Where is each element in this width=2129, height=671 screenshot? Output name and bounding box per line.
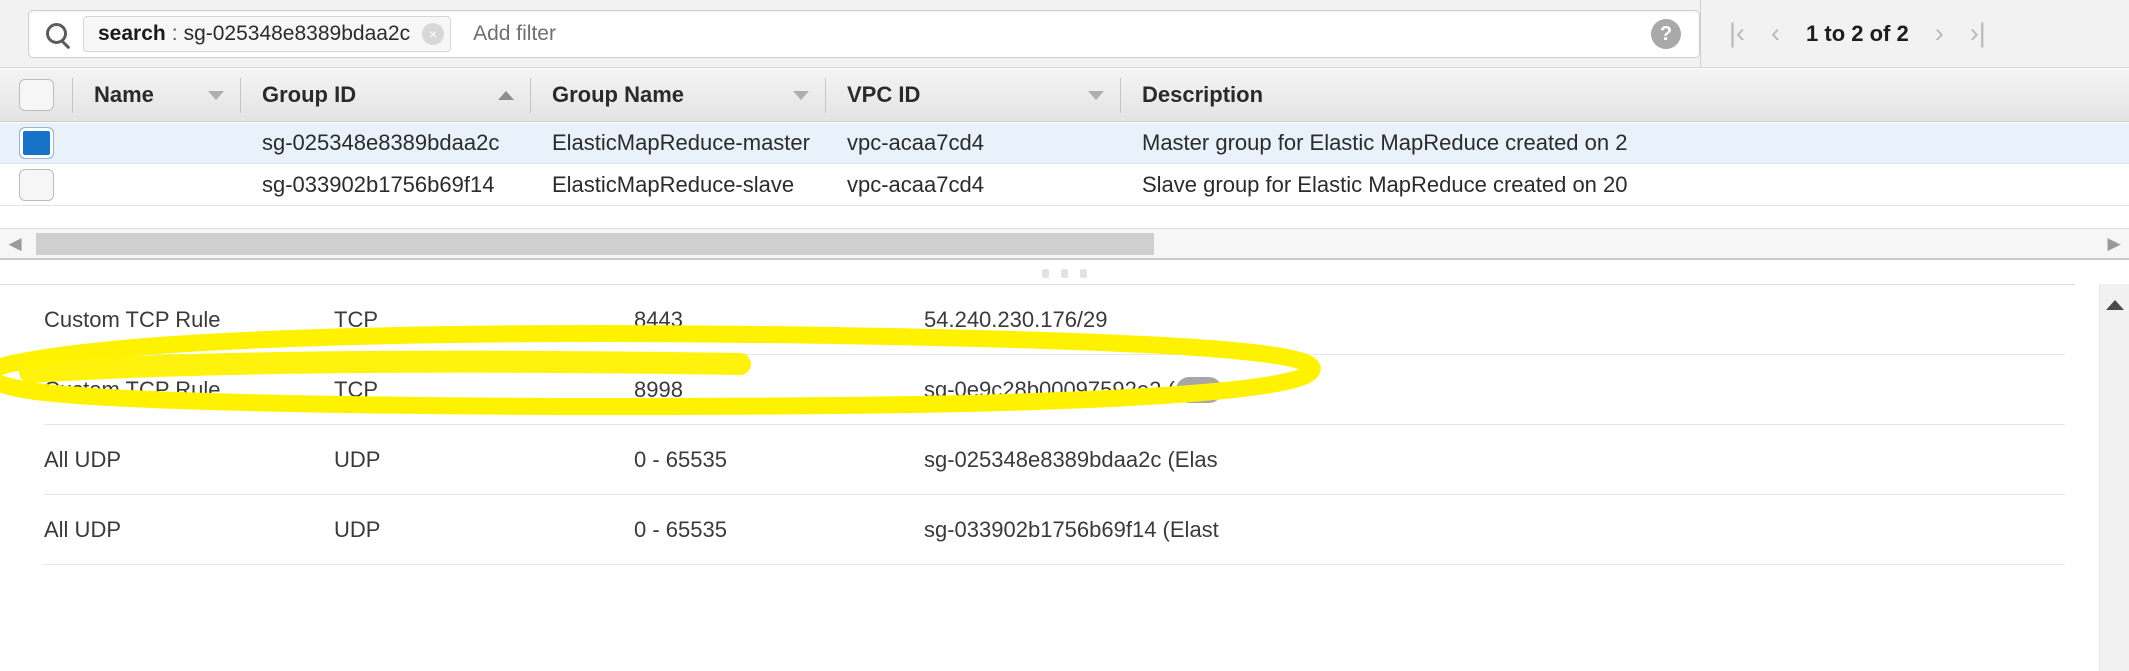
cell-name xyxy=(72,123,240,164)
grip-dot-icon xyxy=(1080,268,1087,278)
sort-caret-down-icon[interactable] xyxy=(208,90,224,100)
vertical-scrollbar[interactable] xyxy=(2099,284,2129,671)
cell-group-id-text: sg-025348e8389bdaa2c xyxy=(262,130,500,155)
grip-dot-icon xyxy=(1042,268,1049,278)
add-filter-input[interactable]: Add filter xyxy=(473,22,556,46)
search-icon xyxy=(29,23,83,44)
rule-type: Custom TCP Rule xyxy=(44,376,221,402)
cell-group-id: sg-033902b1756b69f14 xyxy=(240,165,530,206)
scroll-up-icon[interactable] xyxy=(2105,300,2124,310)
filter-token-value: sg-025348e8389bdaa2c xyxy=(183,21,411,45)
cell-name xyxy=(72,165,240,206)
rule-port-range: 8443 xyxy=(634,306,683,332)
rule-row[interactable]: All UDP UDP 0 - 65535 sg-033902b1756b69f… xyxy=(44,495,2065,565)
cell-vpc-id: vpc-acaa7cd4 xyxy=(825,123,1120,164)
cell-vpc-id: vpc-acaa7cd4 xyxy=(825,165,1120,206)
rule-type: All UDP xyxy=(44,516,122,542)
scroll-right-icon[interactable]: ▶ xyxy=(2099,234,2129,254)
redaction-block xyxy=(1175,376,1222,403)
column-header-vpc-id-label: VPC ID xyxy=(847,82,921,107)
rule-protocol: UDP xyxy=(334,516,381,542)
pagination-label: 1 to 2 of 2 xyxy=(1806,20,1909,46)
rule-port-range: 0 - 65535 xyxy=(634,516,727,542)
rule-source-wrap: sg-0e9c28b00097592e2 ( xyxy=(924,376,1624,403)
cell-group-id-text: sg-033902b1756b69f14 xyxy=(262,172,495,197)
table-row[interactable]: sg-025348e8389bdaa2c ElasticMapReduce-ma… xyxy=(0,123,2129,164)
table-row[interactable]: sg-033902b1756b69f14 ElasticMapReduce-sl… xyxy=(0,165,2129,206)
grip-dot-icon xyxy=(1061,268,1068,278)
help-icon[interactable]: ? xyxy=(1651,18,1681,49)
select-all-checkbox[interactable] xyxy=(18,79,54,111)
rule-port-range: 0 - 65535 xyxy=(634,446,727,472)
filter-token-separator: : xyxy=(171,21,178,45)
sort-caret-down-icon[interactable] xyxy=(1088,90,1104,100)
rule-protocol: TCP xyxy=(334,376,378,402)
prev-page-icon[interactable]: ‹ xyxy=(1771,20,1780,47)
row-select-cell[interactable] xyxy=(0,123,72,164)
table-header-row: Name Group ID Group Name VPC ID Descript… xyxy=(0,69,2129,122)
rule-source: sg-025348e8389bdaa2c (Elas xyxy=(924,446,1218,472)
filter-toolbar: search : sg-025348e8389bdaa2c × Add filt… xyxy=(0,0,2129,68)
sort-caret-up-icon[interactable] xyxy=(498,90,514,100)
scrollbar-track[interactable] xyxy=(30,230,2099,257)
cell-vpc-id-text: vpc-acaa7cd4 xyxy=(847,130,984,155)
column-header-group-id[interactable]: Group ID xyxy=(240,69,530,122)
row-select-cell[interactable] xyxy=(0,165,72,206)
column-header-description[interactable]: Description xyxy=(1120,69,2129,122)
cell-description: Master group for Elastic MapReduce creat… xyxy=(1120,123,2129,164)
cell-vpc-id-text: vpc-acaa7cd4 xyxy=(847,172,984,197)
cell-description-text: Slave group for Elastic MapReduce create… xyxy=(1142,172,1628,197)
column-header-group-name[interactable]: Group Name xyxy=(530,69,825,122)
cell-description-text: Master group for Elastic MapReduce creat… xyxy=(1142,130,1628,155)
rules-list: Custom TCP Rule TCP 8443 54.240.230.176/… xyxy=(0,284,2075,565)
column-header-name-label: Name xyxy=(94,82,154,107)
cell-group-name-text: ElasticMapReduce-slave xyxy=(552,172,795,197)
security-group-rules-panel: Custom TCP Rule TCP 8443 54.240.230.176/… xyxy=(0,284,2129,671)
rule-source: sg-0e9c28b00097592e2 ( xyxy=(924,376,1175,402)
column-header-group-id-label: Group ID xyxy=(262,82,357,107)
panel-splitter-handle[interactable] xyxy=(0,262,2129,284)
column-header-vpc-id[interactable]: VPC ID xyxy=(825,69,1120,122)
cell-group-name-text: ElasticMapReduce-master xyxy=(552,130,810,155)
scroll-left-icon[interactable]: ◀ xyxy=(0,234,30,254)
rule-protocol: TCP xyxy=(334,306,378,332)
rule-source: 54.240.230.176/29 xyxy=(924,306,1108,332)
rule-protocol: UDP xyxy=(334,446,381,472)
select-all-header-cell[interactable] xyxy=(0,69,72,122)
column-header-group-name-label: Group Name xyxy=(552,82,685,107)
rule-source: sg-033902b1756b69f14 (Elast xyxy=(924,516,1219,542)
column-header-description-label: Description xyxy=(1142,82,1264,107)
next-page-icon[interactable]: › xyxy=(1935,20,1944,47)
sort-caret-down-icon[interactable] xyxy=(793,90,809,100)
rule-row[interactable]: All UDP UDP 0 - 65535 sg-025348e8389bdaa… xyxy=(44,425,2065,495)
cell-description: Slave group for Elastic MapReduce create… xyxy=(1120,165,2129,206)
scrollbar-thumb[interactable] xyxy=(36,232,1154,255)
rule-type: All UDP xyxy=(44,446,122,472)
cell-group-name: ElasticMapReduce-master xyxy=(530,123,825,164)
rule-type: Custom TCP Rule xyxy=(44,306,221,332)
row-checkbox[interactable] xyxy=(18,127,54,159)
rule-row[interactable]: Custom TCP Rule TCP 8998 sg-0e9c28b00097… xyxy=(44,355,2065,425)
first-page-icon[interactable]: |‹ xyxy=(1729,20,1745,47)
column-header-name[interactable]: Name xyxy=(72,69,240,122)
rule-row[interactable]: Custom TCP Rule TCP 8443 54.240.230.176/… xyxy=(44,285,2065,355)
last-page-icon[interactable]: ›| xyxy=(1970,20,1986,47)
search-filter-bar[interactable]: search : sg-025348e8389bdaa2c × Add filt… xyxy=(28,9,1700,58)
rule-port-range: 8998 xyxy=(634,376,683,402)
row-checkbox[interactable] xyxy=(18,169,54,201)
cell-group-name: ElasticMapReduce-slave xyxy=(530,165,825,206)
pagination-controls: |‹ ‹ 1 to 2 of 2 › ›| xyxy=(1700,0,2010,67)
aws-security-groups-console: search : sg-025348e8389bdaa2c × Add filt… xyxy=(0,0,2129,671)
filter-token-search[interactable]: search : sg-025348e8389bdaa2c × xyxy=(83,15,452,52)
cell-group-id: sg-025348e8389bdaa2c xyxy=(240,123,530,164)
horizontal-scrollbar[interactable]: ◀ ▶ xyxy=(0,228,2129,260)
filter-token-remove-icon[interactable]: × xyxy=(422,22,445,45)
filter-token-key: search xyxy=(98,21,166,45)
